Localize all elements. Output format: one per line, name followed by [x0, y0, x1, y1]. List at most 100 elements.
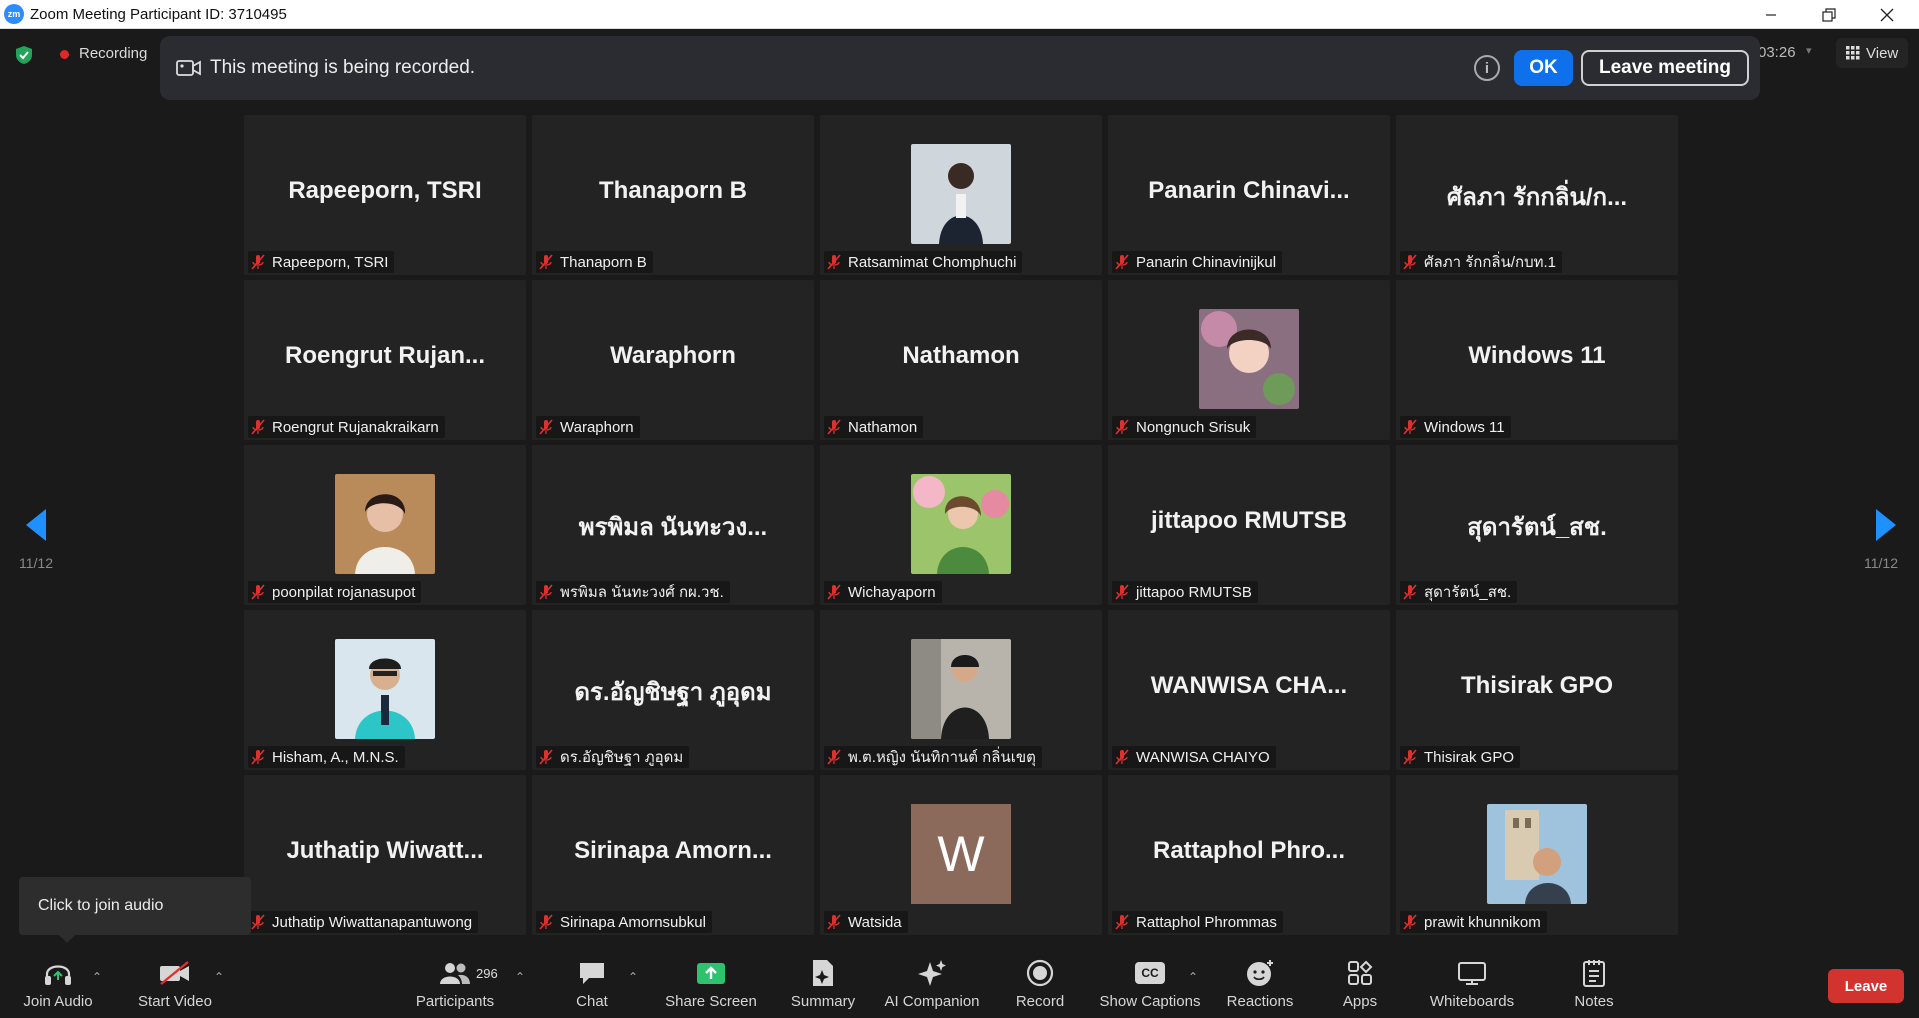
nameplate: poonpilat rojanasupot: [248, 581, 422, 603]
record-button[interactable]: Record: [1008, 956, 1072, 1016]
view-button[interactable]: View: [1836, 38, 1909, 68]
participant-name: สุดารัตน์_สช.: [1424, 584, 1512, 601]
join-audio-label: Join Audio: [23, 993, 93, 1010]
chat-button[interactable]: Chat: [562, 956, 622, 1016]
muted-mic-icon: [539, 419, 553, 435]
profile-photo: [911, 144, 1011, 244]
muted-mic-icon: [251, 914, 265, 930]
participant-name: ดร.อัญชิษฐา ภูอุดม: [560, 749, 684, 766]
leave-meeting-button[interactable]: Leave meeting: [1581, 50, 1749, 86]
view-label: View: [1866, 44, 1899, 62]
participant-display-name: Windows 11: [1468, 342, 1606, 369]
leave-button[interactable]: Leave: [1828, 969, 1904, 1003]
participant-name: Thisirak GPO: [1424, 748, 1515, 766]
participant-tile[interactable]: Nathamon Nathamon: [820, 280, 1102, 440]
close-icon: [1880, 8, 1894, 21]
participant-tile[interactable]: Ratsamimat Chomphuchi: [820, 115, 1102, 275]
reactions-button[interactable]: Reactions: [1222, 956, 1298, 1016]
participant-tile[interactable]: Rattaphol Phro... Rattaphol Phrommas: [1108, 775, 1390, 935]
apps-button[interactable]: Apps: [1330, 956, 1390, 1016]
chat-label: Chat: [576, 993, 608, 1010]
participant-display-name: Rattaphol Phro...: [1153, 837, 1345, 864]
participant-tile[interactable]: พรพิมล นันทะวง... พรพิมล นันทะวงศ์ กผ.วช…: [532, 445, 814, 605]
previous-page-arrow-icon[interactable]: [20, 505, 50, 545]
participant-tile[interactable]: Rapeeporn, TSRI Rapeeporn, TSRI: [244, 115, 526, 275]
participant-tile[interactable]: ศัลภา รักกลิ่น/ก... ศัลภา รักกลิ่น/กบท.1: [1396, 115, 1678, 275]
zoom-logo-icon: zm: [4, 4, 24, 24]
participant-tile[interactable]: Roengrut Rujan... Roengrut Rujanakraikar…: [244, 280, 526, 440]
join-audio-button[interactable]: Join Audio: [18, 956, 98, 1016]
participant-display-name: Sirinapa Amorn...: [574, 837, 772, 864]
video-off-icon: [160, 961, 189, 985]
nameplate: ศัลภา รักกลิ่น/กบท.1: [1400, 251, 1563, 273]
share-screen-button[interactable]: Share Screen: [664, 956, 758, 1016]
captions-chevron-icon[interactable]: ⌃: [1188, 970, 1198, 984]
notes-button[interactable]: Notes: [1564, 956, 1624, 1016]
headphones-icon: [45, 965, 71, 985]
start-video-button[interactable]: Start Video: [132, 956, 218, 1016]
video-options-chevron-icon[interactable]: ⌃: [214, 970, 224, 984]
participant-display-name: ศัลภา รักกลิ่น/ก...: [1446, 184, 1628, 211]
nameplate: Nongnuch Srisuk: [1112, 416, 1257, 438]
apps-label: Apps: [1342, 993, 1378, 1010]
participant-name: prawit khunnikom: [1424, 913, 1541, 931]
participant-tile[interactable]: prawit khunnikom: [1396, 775, 1678, 935]
ok-button[interactable]: OK: [1514, 50, 1573, 86]
participant-tile[interactable]: Thanaporn B Thanaporn B: [532, 115, 814, 275]
ai-companion-label: AI Companion: [884, 993, 980, 1010]
profile-photo: [335, 639, 435, 739]
show-captions-button[interactable]: CC Show Captions: [1096, 956, 1204, 1016]
close-window-button[interactable]: [1864, 0, 1910, 29]
participant-tile[interactable]: W Watsida: [820, 775, 1102, 935]
summary-label: Summary: [790, 993, 856, 1010]
muted-mic-icon: [251, 584, 265, 600]
record-camera-icon: [176, 60, 201, 76]
meeting-toolbar: Join Audio ⌃ Start Video ⌃ Participants …: [0, 948, 1919, 1018]
whiteboards-button[interactable]: Whiteboards: [1422, 956, 1522, 1016]
info-icon[interactable]: i: [1474, 55, 1500, 81]
participant-tile[interactable]: Panarin Chinavi... Panarin Chinavinijkul: [1108, 115, 1390, 275]
participant-tile[interactable]: ดร.อัญชิษฐา ภูอุดม ดร.อัญชิษฐา ภูอุดม: [532, 610, 814, 770]
muted-mic-icon: [827, 254, 841, 270]
participant-tile[interactable]: Hisham, A., M.N.S.: [244, 610, 526, 770]
security-shield-icon[interactable]: [14, 45, 34, 65]
muted-mic-icon: [827, 584, 841, 600]
participant-tile[interactable]: สุดารัตน์_สช. สุดารัตน์_สช.: [1396, 445, 1678, 605]
participant-tile[interactable]: jittapoo RMUTSB jittapoo RMUTSB: [1108, 445, 1390, 605]
participant-name: พรพิมล นันทะวงศ์ กผ.วช.: [560, 584, 724, 601]
participant-tile[interactable]: WANWISA CHA... WANWISA CHAIYO: [1108, 610, 1390, 770]
participant-tile[interactable]: Wichayaporn: [820, 445, 1102, 605]
participants-button[interactable]: Participants: [410, 956, 500, 1016]
participant-tile[interactable]: poonpilat rojanasupot: [244, 445, 526, 605]
restore-button[interactable]: [1806, 0, 1852, 29]
nameplate: Nathamon: [824, 416, 924, 438]
participant-name: Wichayaporn: [848, 583, 936, 601]
participant-display-name: Panarin Chinavi...: [1148, 177, 1350, 204]
chevron-down-icon[interactable]: ▾: [1806, 44, 1812, 57]
participant-tile[interactable]: Thisirak GPO Thisirak GPO: [1396, 610, 1678, 770]
participant-tile[interactable]: พ.ต.หญิง นันทิกานต์ กลิ่นเขตุ: [820, 610, 1102, 770]
nameplate: Watsida: [824, 911, 908, 933]
audio-options-chevron-icon[interactable]: ⌃: [92, 970, 102, 984]
chat-chevron-icon[interactable]: ⌃: [628, 970, 638, 984]
next-page-arrow-icon[interactable]: [1872, 505, 1902, 545]
participant-tile[interactable]: Waraphorn Waraphorn: [532, 280, 814, 440]
ai-companion-button[interactable]: AI Companion: [880, 956, 984, 1016]
participant-name: Rapeeporn, TSRI: [272, 253, 389, 271]
participant-name: WANWISA CHAIYO: [1136, 748, 1270, 766]
captions-cc-icon: CC: [1135, 962, 1165, 984]
minimize-button[interactable]: [1748, 0, 1794, 29]
summary-button[interactable]: Summary: [782, 956, 864, 1016]
participant-display-name: Rapeeporn, TSRI: [288, 177, 482, 204]
minimize-icon: [1766, 13, 1776, 16]
participant-tile[interactable]: Sirinapa Amorn... Sirinapa Amornsubkul: [532, 775, 814, 935]
nameplate: jittapoo RMUTSB: [1112, 581, 1258, 603]
participant-display-name: Thisirak GPO: [1460, 672, 1614, 699]
nameplate: WANWISA CHAIYO: [1112, 746, 1276, 768]
participant-name: พ.ต.หญิง นันทิกานต์ กลิ่นเขตุ: [848, 749, 1036, 766]
participant-tile[interactable]: Nongnuch Srisuk: [1108, 280, 1390, 440]
participant-tile[interactable]: Windows 11 Windows 11: [1396, 280, 1678, 440]
recording-label[interactable]: Recording: [79, 45, 147, 62]
participants-chevron-icon[interactable]: ⌃: [515, 970, 525, 984]
participant-tile[interactable]: Juthatip Wiwatt... Juthatip Wiwattanapan…: [244, 775, 526, 935]
